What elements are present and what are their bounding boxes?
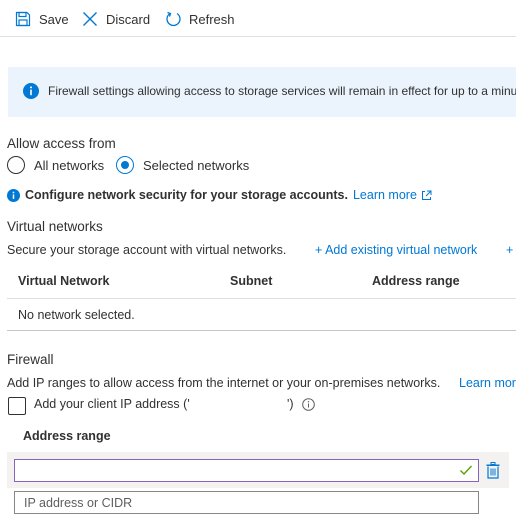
info-icon	[23, 83, 39, 99]
radio-circle-selected[interactable]	[116, 156, 134, 174]
virtual-networks-title: Virtual networks	[7, 219, 103, 234]
radio-circle[interactable]	[7, 156, 25, 174]
info-banner: Firewall settings allowing access to sto…	[8, 67, 516, 117]
refresh-label: Refresh	[189, 11, 235, 27]
refresh-button[interactable]: Refresh	[164, 9, 235, 29]
firewall-title: Firewall	[7, 352, 54, 367]
allow-access-label: Allow access from	[7, 136, 116, 151]
virtual-networks-description: Secure your storage account with virtual…	[7, 243, 287, 257]
column-header-address-range: Address range	[372, 274, 460, 288]
client-ip-checkbox[interactable]	[8, 397, 26, 415]
learn-more-link[interactable]: Learn more	[353, 188, 417, 202]
security-info: Configure network security for your stor…	[7, 188, 432, 202]
empty-table-text: No network selected.	[18, 308, 135, 322]
refresh-icon	[164, 10, 182, 28]
column-header-virtual-network: Virtual Network	[18, 274, 110, 288]
table-row: No network selected.	[7, 299, 516, 331]
add-existing-vnet-button[interactable]: + Add existing virtual network	[315, 243, 477, 257]
save-button[interactable]: Save	[14, 9, 69, 29]
radio-all-networks[interactable]: All networks	[7, 156, 104, 174]
delete-icon[interactable]	[486, 462, 500, 479]
add-new-vnet-button[interactable]: +	[506, 243, 513, 257]
firewall-learn-more-link[interactable]: Learn mor	[459, 376, 516, 390]
address-range-input[interactable]	[14, 459, 479, 482]
close-icon	[81, 10, 99, 28]
save-icon	[14, 10, 32, 28]
vnet-table-header: Virtual Network Subnet Address range	[7, 264, 516, 299]
info-tooltip-icon[interactable]	[302, 398, 315, 411]
security-info-text: Configure network security for your stor…	[25, 188, 348, 202]
command-bar: Save Discard Refresh	[0, 0, 516, 37]
address-range-header: Address range	[23, 429, 111, 443]
check-icon	[459, 463, 473, 477]
save-label: Save	[39, 11, 69, 27]
firewall-description: Add IP ranges to allow access from the i…	[7, 376, 441, 390]
client-ip-label-prefix: Add your client IP address ('	[34, 397, 190, 411]
banner-text: Firewall settings allowing access to sto…	[48, 84, 516, 98]
radio-all-networks-label: All networks	[34, 157, 105, 173]
radio-selected-networks[interactable]: Selected networks	[116, 156, 249, 174]
info-icon	[7, 188, 20, 202]
client-ip-label-suffix: ')	[287, 397, 294, 411]
external-link-icon	[421, 190, 432, 201]
discard-label: Discard	[106, 11, 151, 27]
ip-address-input[interactable]	[14, 491, 479, 514]
discard-button[interactable]: Discard	[81, 9, 150, 29]
radio-selected-networks-label: Selected networks	[143, 157, 250, 173]
column-header-subnet: Subnet	[230, 274, 273, 288]
